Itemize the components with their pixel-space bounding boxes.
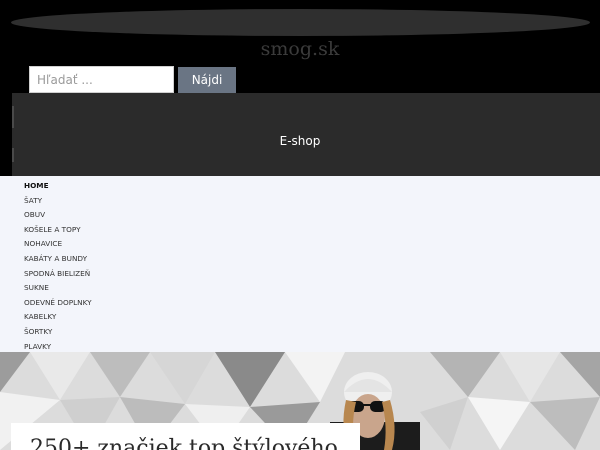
nav-item-kabelky[interactable]: KABELKY [24, 310, 92, 325]
nav-list: HOME ŠATY OBUV KOŠELE A TOPY NOHAVICE KA… [24, 179, 92, 354]
nav-item-kosele-a-topy[interactable]: KOŠELE A TOPY [24, 223, 92, 238]
header-decoration [11, 9, 590, 36]
nav-item-sukne[interactable]: SUKNE [24, 281, 92, 296]
search-button[interactable]: Nájdi [178, 67, 236, 93]
category-nav: HOME ŠATY OBUV KOŠELE A TOPY NOHAVICE KA… [0, 176, 600, 352]
search-input[interactable] [29, 66, 174, 93]
banner-edge-mark [12, 106, 14, 128]
nav-item-home[interactable]: HOME [24, 179, 92, 194]
nav-item-obuv[interactable]: OBUV [24, 208, 92, 223]
banner-edge-mark [12, 148, 14, 162]
eshop-link[interactable]: E-shop [0, 134, 600, 148]
nav-item-spodna-bielizen[interactable]: SPODNÁ BIELIZEŇ [24, 267, 92, 282]
nav-item-nohavice[interactable]: NOHAVICE [24, 237, 92, 252]
hero-headline: 250+ značiek top štýlového [30, 436, 338, 450]
site-title[interactable]: smog.sk [0, 38, 600, 60]
nav-item-sortky[interactable]: ŠORTKY [24, 325, 92, 340]
nav-item-saty[interactable]: ŠATY [24, 194, 92, 209]
nav-item-odevne-doplnky[interactable]: ODEVNÉ DOPLNKY [24, 296, 92, 311]
nav-item-kabaty-a-bundy[interactable]: KABÁTY A BUNDY [24, 252, 92, 267]
hero-banner[interactable]: 250+ značiek top štýlového [0, 352, 600, 450]
